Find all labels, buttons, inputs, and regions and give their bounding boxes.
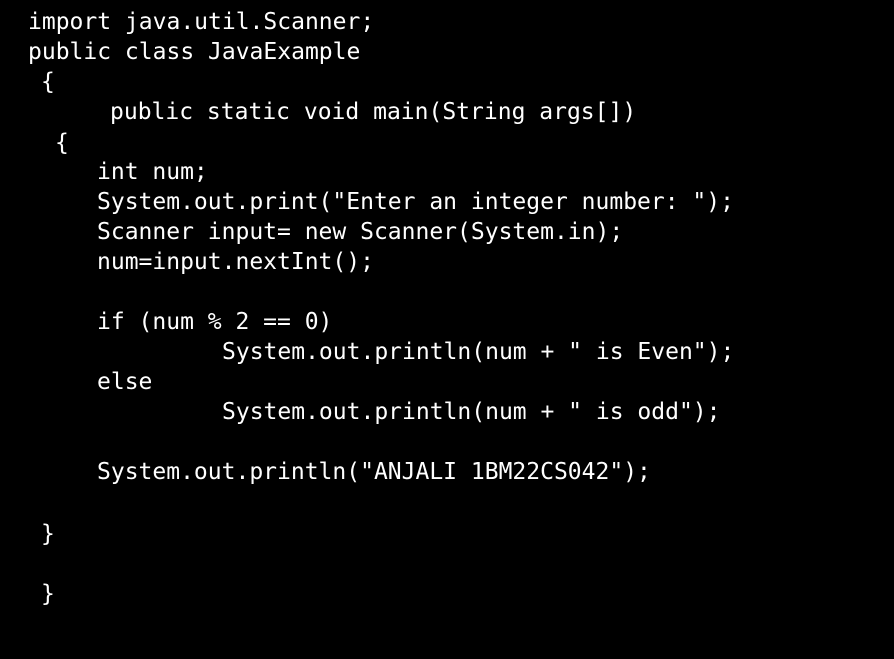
code-line: else [97, 369, 153, 395]
code-line: import java.util.Scanner; [28, 9, 375, 35]
code-line: System.out.println("ANJALI 1BM22CS042"); [97, 459, 651, 485]
code-line: System.out.println(num + " is Even"); [222, 339, 735, 365]
code-line: Scanner input= new Scanner(System.in); [97, 219, 624, 245]
code-line: System.out.println(num + " is odd"); [222, 399, 721, 425]
code-line: } [41, 581, 55, 607]
code-line: } [41, 521, 55, 547]
code-editor: import java.util.Scanner; public class J… [0, 0, 894, 659]
code-line: int num; [97, 159, 208, 185]
code-line: if (num % 2 == 0) [97, 309, 333, 335]
code-line: { [41, 69, 55, 95]
code-line: { [55, 130, 69, 156]
code-line: public class JavaExample [28, 39, 361, 65]
code-line: num=input.nextInt(); [97, 249, 374, 275]
code-line: System.out.print("Enter an integer numbe… [97, 189, 734, 215]
code-line: public static void main(String args[]) [110, 99, 637, 125]
